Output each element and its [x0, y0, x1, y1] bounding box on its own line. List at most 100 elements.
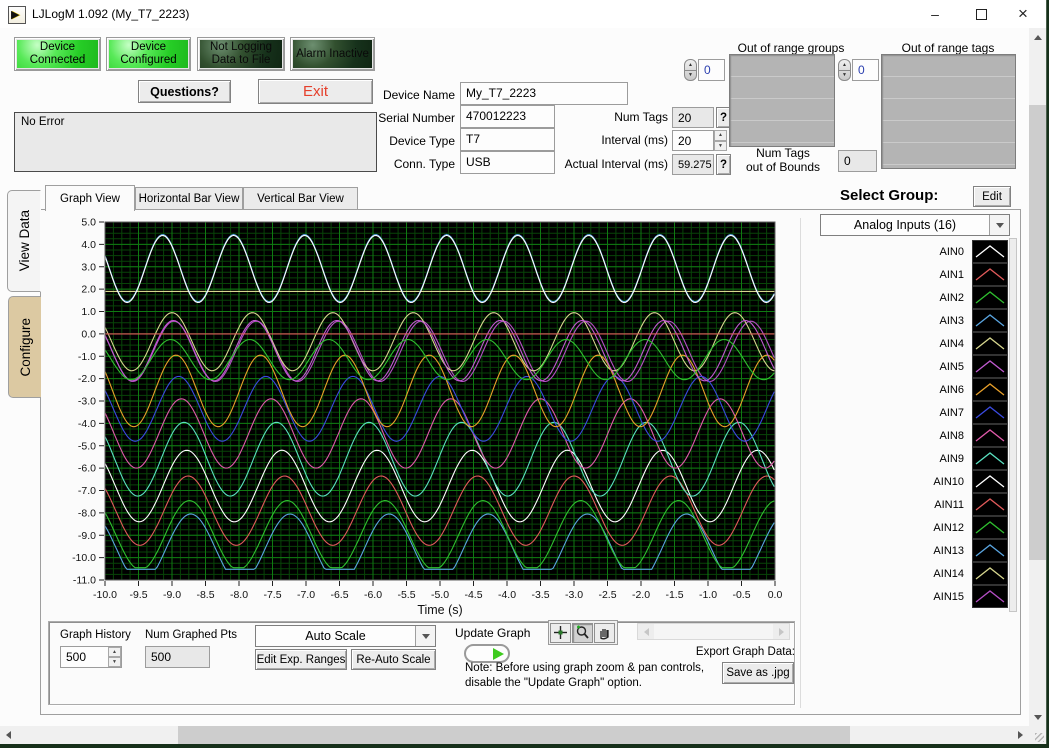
- oor-groups-listbox[interactable]: [729, 54, 835, 147]
- cursor-tool-button[interactable]: [550, 623, 571, 643]
- questions-button[interactable]: Questions?: [138, 80, 231, 103]
- svg-text:-0.5: -0.5: [732, 589, 750, 601]
- group-dropdown[interactable]: Analog Inputs (16): [820, 214, 1010, 236]
- svg-text:-5.5: -5.5: [397, 589, 415, 601]
- num-graphed-pts-field: 500: [145, 646, 210, 668]
- graph-history-field[interactable]: 500 ▲▼: [60, 646, 122, 668]
- legend-swatch: [972, 539, 1008, 562]
- alarm-status-button[interactable]: Alarm Inactive: [290, 37, 375, 71]
- legend-item-AIN11[interactable]: AIN11: [880, 493, 1008, 516]
- waveform-graph[interactable]: -10.0-9.5-9.0-8.5-8.0-7.5-7.0-6.5-6.0-5.…: [55, 218, 795, 620]
- legend-item-AIN8[interactable]: AIN8: [880, 424, 1008, 447]
- legend-item-AIN9[interactable]: AIN9: [880, 447, 1008, 470]
- oor-groups-spinner[interactable]: ▲▼: [684, 59, 697, 81]
- zoom-pan-note: Note: Before using graph zoom & pan cont…: [465, 661, 719, 691]
- scroll-down-icon[interactable]: [1029, 708, 1046, 726]
- panel-divider: [800, 218, 801, 708]
- minimize-icon[interactable]: [912, 0, 958, 28]
- legend-item-AIN7[interactable]: AIN7: [880, 401, 1008, 424]
- num-tags-field: 20: [672, 107, 714, 128]
- svg-text:-4.0: -4.0: [78, 418, 96, 430]
- scroll-up-icon[interactable]: [1029, 28, 1046, 46]
- legend-item-AIN5[interactable]: AIN5: [880, 355, 1008, 378]
- oor-groups-index-field[interactable]: 0: [698, 59, 725, 81]
- device-connected-button[interactable]: Device Connected: [14, 37, 101, 71]
- svg-text:-5.0: -5.0: [78, 440, 96, 452]
- serial-number-label: Serial Number: [330, 108, 455, 129]
- legend-item-AIN12[interactable]: AIN12: [880, 516, 1008, 539]
- oor-tags-listbox[interactable]: [881, 54, 1016, 169]
- interval-label: Interval (ms): [530, 130, 668, 151]
- legend-item-AIN15[interactable]: AIN15: [880, 585, 1008, 608]
- resize-grip-icon: [1035, 733, 1044, 742]
- svg-text:-3.0: -3.0: [565, 589, 583, 601]
- svg-text:0.0: 0.0: [81, 328, 96, 340]
- logging-status-button[interactable]: Not Logging Data to File: [197, 37, 285, 71]
- legend-swatch: [972, 378, 1008, 401]
- legend-item-AIN2[interactable]: AIN2: [880, 286, 1008, 309]
- close-icon[interactable]: [1000, 0, 1046, 28]
- svg-text:-8.5: -8.5: [196, 589, 214, 601]
- actual-interval-help-button[interactable]: ?: [716, 154, 731, 175]
- interval-spinner[interactable]: ▲▼: [714, 130, 727, 151]
- edit-group-button[interactable]: Edit: [973, 186, 1011, 207]
- re-auto-scale-button[interactable]: Re-Auto Scale: [351, 649, 436, 670]
- legend-item-AIN3[interactable]: AIN3: [880, 309, 1008, 332]
- tab-configure[interactable]: Configure: [8, 296, 41, 398]
- scroll-right-icon[interactable]: [1012, 726, 1029, 744]
- svg-text:-1.0: -1.0: [78, 351, 96, 363]
- save-jpg-button[interactable]: Save as .jpg: [722, 662, 794, 684]
- spin-up-icon[interactable]: ▲: [714, 130, 727, 141]
- legend-label: AIN3: [940, 315, 964, 327]
- svg-text:-4.5: -4.5: [464, 589, 482, 601]
- scroll-left-icon[interactable]: [0, 726, 17, 744]
- legend-item-AIN14[interactable]: AIN14: [880, 562, 1008, 585]
- tab-graph-view[interactable]: Graph View: [45, 185, 135, 211]
- graph-history-label: Graph History: [60, 628, 150, 643]
- legend-label: AIN13: [933, 545, 964, 557]
- edit-exp-ranges-button[interactable]: Edit Exp. Ranges: [255, 649, 347, 670]
- legend-item-AIN1[interactable]: AIN1: [880, 263, 1008, 286]
- svg-text:-1.5: -1.5: [665, 589, 683, 601]
- vertical-scrollbar-thumb[interactable]: [1029, 105, 1046, 560]
- title-bar[interactable]: ▶ LJLogM 1.092 (My_T7_2223): [0, 0, 1046, 28]
- maximize-icon[interactable]: [958, 0, 1004, 28]
- legend-item-AIN4[interactable]: AIN4: [880, 332, 1008, 355]
- waveform-plot[interactable]: -10.0-9.5-9.0-8.5-8.0-7.5-7.0-6.5-6.0-5.…: [55, 218, 795, 620]
- legend-item-AIN13[interactable]: AIN13: [880, 539, 1008, 562]
- legend-swatch: [972, 286, 1008, 309]
- svg-text:-9.5: -9.5: [129, 589, 147, 601]
- chevron-down-icon: [989, 215, 1009, 235]
- resize-corner[interactable]: [1029, 726, 1046, 744]
- interval-field[interactable]: 20: [672, 130, 714, 151]
- tab-view-data[interactable]: View Data: [7, 190, 41, 292]
- oor-tags-spinner[interactable]: ▲▼: [838, 59, 851, 81]
- device-configured-button[interactable]: Device Configured: [106, 37, 191, 71]
- app-window: ▶ LJLogM 1.092 (My_T7_2223) Device Conne…: [0, 0, 1047, 744]
- legend-label: AIN7: [940, 407, 964, 419]
- svg-text:-8.0: -8.0: [78, 507, 96, 519]
- svg-text:-6.5: -6.5: [330, 589, 348, 601]
- legend-item-AIN6[interactable]: AIN6: [880, 378, 1008, 401]
- spin-down-icon[interactable]: ▼: [714, 141, 727, 152]
- device-name-field[interactable]: My_T7_2223: [460, 82, 628, 105]
- pan-tool-button[interactable]: [594, 623, 615, 643]
- scale-mode-dropdown[interactable]: Auto Scale: [255, 625, 436, 647]
- spin-up-icon[interactable]: ▲: [108, 647, 121, 657]
- svg-text:2.0: 2.0: [81, 284, 96, 296]
- legend-swatch: [972, 424, 1008, 447]
- tab-vertical-bar-view[interactable]: Vertical Bar View: [243, 187, 358, 210]
- legend-scrollbar[interactable]: [1009, 238, 1017, 612]
- zoom-tool-button[interactable]: [572, 623, 593, 643]
- svg-text:-6.0: -6.0: [78, 463, 96, 475]
- svg-text:-6.0: -6.0: [364, 589, 382, 601]
- num-tags-label: Num Tags: [530, 107, 668, 128]
- oor-tags-index-field[interactable]: 0: [852, 59, 879, 81]
- legend-item-AIN10[interactable]: AIN10: [880, 470, 1008, 493]
- legend-item-AIN0[interactable]: AIN0: [880, 240, 1008, 263]
- graph-palette: [548, 620, 618, 645]
- horizontal-scrollbar-thumb[interactable]: [178, 726, 850, 744]
- tab-horizontal-bar-view[interactable]: Horizontal Bar View: [135, 187, 243, 210]
- magnifier-icon: [575, 625, 590, 640]
- spin-down-icon[interactable]: ▼: [108, 657, 121, 667]
